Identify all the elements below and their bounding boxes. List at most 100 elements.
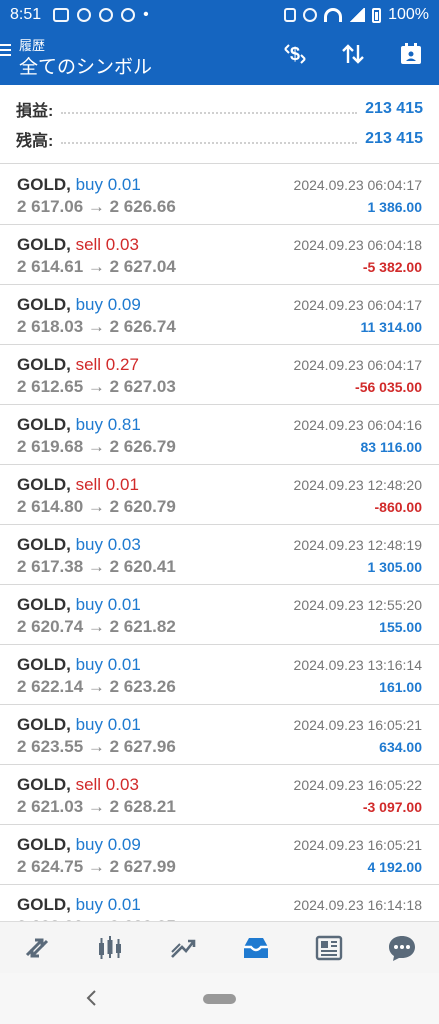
deal-row[interactable]: GOLD, sell 0.27 2 612.65 → 2 627.03 2024.0… [0,345,439,405]
quotes-icon[interactable] [17,928,57,968]
deal-symbol: GOLD, buy 0.01 [17,715,141,735]
deal-symbol: GOLD, buy 0.01 [17,595,141,615]
deal-time: 2024.09.23 06:04:18 [293,237,422,253]
symbol-name: GOLD, [17,655,71,674]
deal-type-volume: buy 0.03 [75,535,141,554]
gallery-notification-icon [53,8,70,22]
deal-time: 2024.09.23 06:04:17 [293,357,422,373]
status-time: 8:51 [10,6,42,23]
symbol-name: GOLD, [17,535,71,554]
deal-row[interactable]: GOLD, buy 0.81 2 619.68 → 2 626.79 2024.09… [0,405,439,465]
symbol-name: GOLD, [17,775,71,794]
deal-symbol: GOLD, sell 0.27 [17,355,139,375]
deal-prices: 2 621.03 → 2 628.21 [17,797,176,816]
deal-time: 2024.09.23 06:04:16 [293,417,422,433]
deal-row[interactable]: GOLD, buy 0.09 2 618.03 → 2 626.74 2024.09… [0,285,439,345]
deal-prices: 2 619.68 → 2 626.79 [17,437,176,456]
deal-row[interactable]: GOLD, sell 0.03 2 621.03 → 2 628.21 2024.0… [0,765,439,825]
deal-profit: 83 116.00 [360,439,422,455]
symbol-name: GOLD, [17,175,71,194]
deal-row[interactable]: GOLD, buy 0.03 2 617.38 → 2 620.41 2024.09… [0,525,439,585]
deal-row[interactable]: GOLD, buy 0.09 2 624.75 → 2 627.99 2024.09… [0,825,439,885]
news-icon[interactable] [309,928,349,968]
deal-symbol: GOLD, buy 0.01 [17,655,141,675]
deal-prices: 2 614.80 → 2 620.79 [17,497,176,516]
deal-symbol: GOLD, buy 0.01 [17,895,141,915]
deal-profit: 1 386.00 [367,199,423,215]
currency-exchange-icon[interactable]: $ [281,40,309,68]
symbol-name: GOLD, [17,715,71,734]
deal-row[interactable]: GOLD, buy 0.012 628.20 → 2 629.352024.09… [0,885,439,921]
symbol-filter-title[interactable]: 全てのシンボル [19,52,152,79]
deal-time: 2024.09.23 16:05:21 [293,837,422,853]
deal-type-volume: sell 0.27 [75,355,139,374]
deal-profit: 1 305.00 [367,559,423,575]
system-nav-bar [0,973,439,1024]
deal-row[interactable]: GOLD, buy 0.01 2 622.14 → 2 623.26 2024.09… [0,645,439,705]
deal-time: 2024.09.23 12:48:19 [293,537,422,553]
symbol-name: GOLD, [17,595,71,614]
deal-profit: -5 382.00 [362,259,422,275]
deal-type-volume: buy 0.01 [75,595,141,614]
profit-label: 損益: [16,103,54,120]
deal-row[interactable]: GOLD, buy 0.01 2 617.06 → 2 626.66 2024.09… [0,165,439,225]
deal-type-volume: buy 0.81 [75,415,141,434]
app-bar: 履歴 全てのシンボル $ [0,30,439,85]
history-icon[interactable] [236,928,276,968]
deal-profit: 11 314.00 [360,319,422,335]
chat-icon[interactable] [382,928,422,968]
battery-icon [372,7,382,23]
signal-icon [349,8,366,22]
symbol-name: GOLD, [17,295,71,314]
deal-row[interactable]: GOLD, buy 0.01 2 623.55 → 2 627.96 2024.09… [0,705,439,765]
deal-type-volume: buy 0.01 [75,895,141,914]
symbol-name: GOLD, [17,835,71,854]
dnd-icon [303,8,318,22]
deal-time: 2024.09.23 16:14:18 [293,897,422,913]
deal-prices: 2 622.14 → 2 623.26 [17,677,176,696]
deal-prices: 2 614.61 → 2 627.04 [17,257,176,276]
deal-prices: 2 617.06 → 2 626.66 [17,197,176,216]
symbol-name: GOLD, [17,475,71,494]
deal-time: 2024.09.23 12:55:20 [293,597,422,613]
back-icon[interactable] [84,988,98,1008]
balance-row: 残高: 213 415 [16,127,423,151]
deal-type-volume: buy 0.01 [75,715,141,734]
deal-profit: 4 192.00 [367,859,423,875]
deal-time: 2024.09.23 13:16:14 [293,657,422,673]
deal-row[interactable]: GOLD, buy 0.01 2 620.74 → 2 621.82 2024.09… [0,585,439,645]
sort-icon[interactable] [339,40,367,68]
deal-profit: -3 097.00 [362,799,422,815]
deal-type-volume: sell 0.03 [75,775,139,794]
deal-symbol: GOLD, buy 0.03 [17,535,141,555]
symbol-name: GOLD, [17,355,71,374]
deal-type-volume: buy 0.01 [75,655,141,674]
deal-prices: 2 618.03 → 2 626.74 [17,317,176,336]
deals-list[interactable]: GOLD, buy 0.01 2 617.06 → 2 626.66 2024.09… [0,165,439,921]
deal-time: 2024.09.23 06:04:17 [293,297,422,313]
symbol-name: GOLD, [17,235,71,254]
deal-symbol: GOLD, buy 0.09 [17,835,141,855]
symbol-name: GOLD, [17,895,71,914]
deal-symbol: GOLD, sell 0.03 [17,235,139,255]
deal-prices: 2 620.74 → 2 621.82 [17,617,176,636]
vibrate-icon [284,8,297,22]
balance-value: 213 415 [365,130,423,147]
deal-row[interactable]: GOLD, sell 0.01 2 614.80 → 2 620.79 2024.0… [0,465,439,525]
battery-level: 100% [388,6,429,23]
deal-prices: 2 617.38 → 2 620.41 [17,557,176,576]
summary-panel: 損益: 213 415 残高: 213 415 [0,85,439,164]
deal-type-volume: buy 0.09 [75,835,141,854]
menu-icon[interactable] [0,44,11,56]
trade-icon[interactable] [163,928,203,968]
chart-icon[interactable] [90,928,130,968]
balance-label: 残高: [16,133,54,150]
deal-row[interactable]: GOLD, sell 0.03 2 614.61 → 2 627.04 2024.0… [0,225,439,285]
divider [61,104,358,114]
status-bar: 8:51 • 100% [0,0,439,30]
home-pill[interactable] [203,994,236,1004]
calendar-icon[interactable] [397,40,425,68]
deal-type-volume: sell 0.03 [75,235,139,254]
profit-row: 損益: 213 415 [16,97,423,121]
bottom-nav [0,921,439,973]
